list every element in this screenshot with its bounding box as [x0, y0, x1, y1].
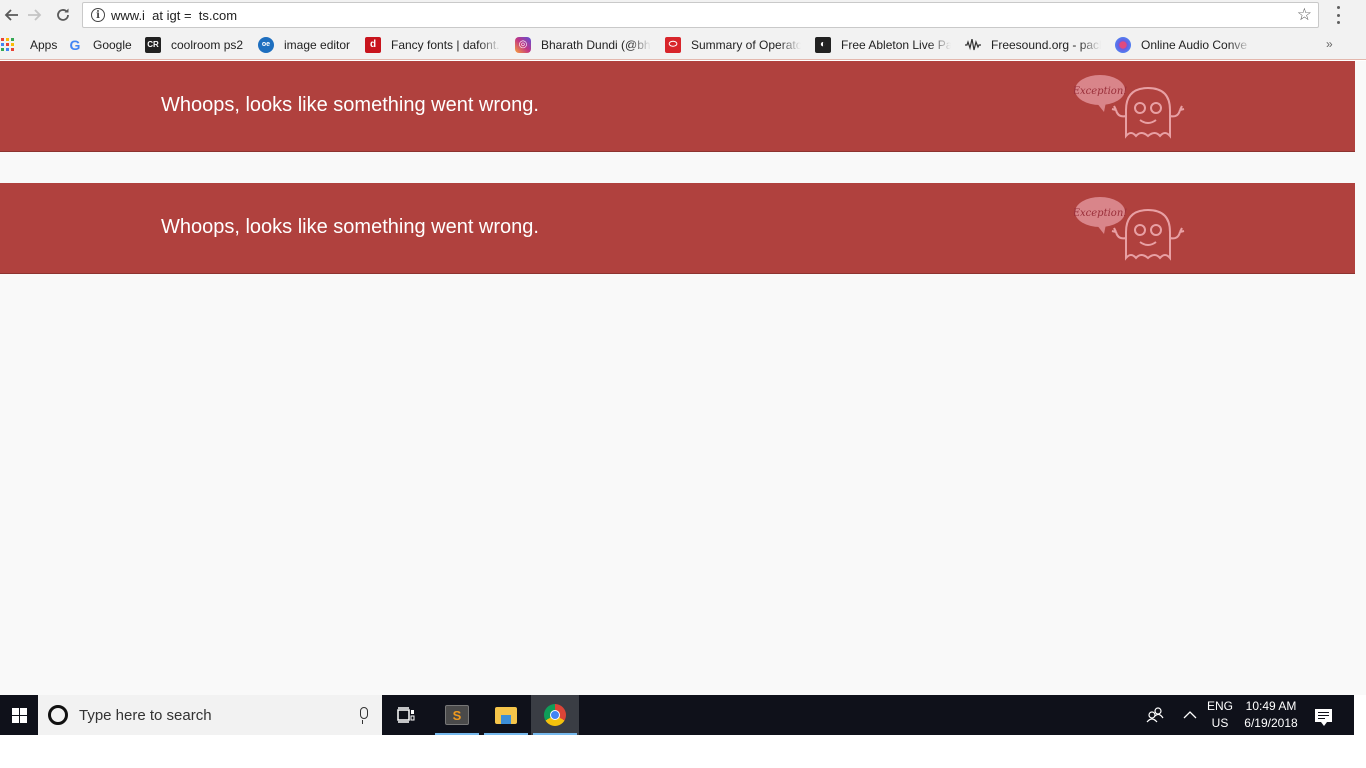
bookmark-freesound[interactable]: Freesound.org - pacl: [965, 33, 1101, 57]
dot: [1336, 6, 1340, 9]
error-message: Whoops, looks like something went wrong.: [161, 216, 539, 238]
apps-grid-icon: [0, 37, 16, 53]
search-placeholder: Type here to search: [79, 706, 212, 724]
waveform-icon: [965, 37, 981, 53]
running-indicator: [435, 733, 479, 735]
back-button[interactable]: [0, 4, 22, 26]
screen: i www.i at igt = ts.com ☆ Apps G Google …: [0, 0, 1366, 768]
dafont-icon: d: [365, 36, 381, 53]
action-center-button[interactable]: [1306, 695, 1340, 735]
sublime-text-icon: S: [445, 705, 469, 725]
ableton-icon: ◐: [815, 36, 831, 53]
bookmark-label: Summary of Operato: [691, 37, 801, 52]
clock-time: 10:49 AM: [1245, 699, 1297, 713]
file-explorer-icon: [495, 706, 517, 724]
bookmark-label: Online Audio Conve: [1141, 37, 1248, 52]
error-banner: Whoops, looks like something went wrong.…: [0, 61, 1355, 152]
error-banner: Whoops, looks like something went wrong.…: [0, 183, 1355, 274]
info-icon[interactable]: i: [91, 8, 105, 22]
bookmark-label: Fancy fonts | dafont.: [391, 37, 500, 52]
exception-badge-text: Exception!: [1074, 86, 1127, 97]
page-right-edge: [1355, 61, 1366, 695]
keyboard-region: US: [1211, 716, 1229, 730]
show-hidden-icons-button[interactable]: [1178, 695, 1202, 735]
browser-toolbar: i www.i at igt = ts.com ☆: [0, 0, 1366, 30]
arrow-left-icon: [4, 9, 18, 21]
chrome-icon: [544, 704, 566, 726]
language-code: ENG: [1206, 699, 1233, 713]
people-icon: [1146, 707, 1164, 723]
taskbar-app-sublime[interactable]: S: [433, 695, 481, 735]
clock-date: 6/19/2018: [1244, 716, 1298, 730]
action-center-icon: [1314, 708, 1332, 726]
bookmark-coolroom[interactable]: CR coolroom ps2: [145, 33, 243, 57]
url-text[interactable]: www.i at igt = ts.com: [111, 8, 237, 23]
windows-logo-icon: [11, 707, 27, 723]
clock[interactable]: 10:49 AM 6/19/2018: [1238, 695, 1304, 735]
running-indicator: [533, 733, 577, 735]
instagram-icon: ◎: [515, 36, 531, 53]
bookmark-label: coolroom ps2: [171, 37, 244, 52]
reload-button[interactable]: [52, 4, 74, 26]
bookmarks-overflow-button[interactable]: »: [1326, 37, 1333, 51]
arrow-right-icon: [28, 9, 42, 21]
dot: [1336, 13, 1340, 17]
bookmark-google[interactable]: G Google: [67, 33, 132, 57]
people-button[interactable]: [1140, 695, 1170, 735]
page-content: Whoops, looks like something went wrong.…: [0, 61, 1366, 695]
browser-menu-button[interactable]: [1330, 6, 1346, 24]
taskbar-search-box[interactable]: Type here to search: [38, 695, 382, 735]
globe-icon: oe: [258, 36, 274, 53]
exception-ghost-icon: Exception!: [1074, 75, 1185, 139]
bookmark-label: image editor: [284, 37, 351, 52]
cortana-icon: [48, 705, 68, 725]
dot: [1336, 21, 1340, 24]
bookmark-label: Apps: [30, 37, 58, 52]
bookmark-dafont[interactable]: d Fancy fonts | dafont.: [365, 33, 501, 57]
cr-logo-icon: CR: [145, 36, 161, 53]
running-indicator: [484, 733, 528, 735]
taskbar: Type here to search S ENG US 10:49 AM 6/…: [0, 695, 1354, 735]
bookmark-label: Freesound.org - pacl: [991, 37, 1101, 52]
task-view-icon: [397, 707, 415, 723]
language-indicator[interactable]: ENG US: [1204, 695, 1236, 735]
taskbar-app-file-explorer[interactable]: [482, 695, 530, 735]
bookmark-audio-converter[interactable]: Online Audio Conve: [1115, 33, 1251, 57]
task-view-button[interactable]: [382, 695, 430, 735]
bookmark-star-icon[interactable]: ☆: [1297, 5, 1312, 25]
bookmark-apps[interactable]: Apps: [0, 33, 57, 57]
google-g-icon: G: [69, 36, 81, 53]
bookmarks-bar: Apps G Google CR coolroom ps2 oe image e…: [0, 30, 1366, 60]
bookmark-label: Bharath Dundi (@bh: [541, 37, 651, 52]
bookmark-image-editor[interactable]: oe image editor: [258, 33, 350, 57]
chevron-up-icon: [1183, 711, 1197, 719]
bookmark-ableton[interactable]: ◐ Free Ableton Live Pa: [815, 33, 951, 57]
bookmark-label: Google: [93, 37, 132, 52]
exception-ghost-icon: Exception!: [1074, 197, 1185, 261]
reload-icon: [57, 8, 69, 21]
audio-converter-icon: [1115, 36, 1131, 53]
bookmark-oracle[interactable]: ⬭ Summary of Operato: [665, 33, 801, 57]
exception-badge-text: Exception!: [1074, 208, 1127, 219]
address-bar[interactable]: i www.i at igt = ts.com ☆: [82, 2, 1319, 28]
double-chevron-right-icon: »: [1326, 37, 1333, 51]
error-message: Whoops, looks like something went wrong.: [161, 94, 539, 116]
bookmark-label: Free Ableton Live Pa: [841, 37, 951, 52]
start-button[interactable]: [0, 695, 38, 735]
oracle-icon: ⬭: [665, 36, 681, 53]
forward-button[interactable]: [24, 4, 46, 26]
taskbar-app-chrome[interactable]: [531, 695, 579, 735]
bookmark-instagram[interactable]: ◎ Bharath Dundi (@bh: [515, 33, 651, 57]
microphone-icon[interactable]: [360, 707, 368, 724]
